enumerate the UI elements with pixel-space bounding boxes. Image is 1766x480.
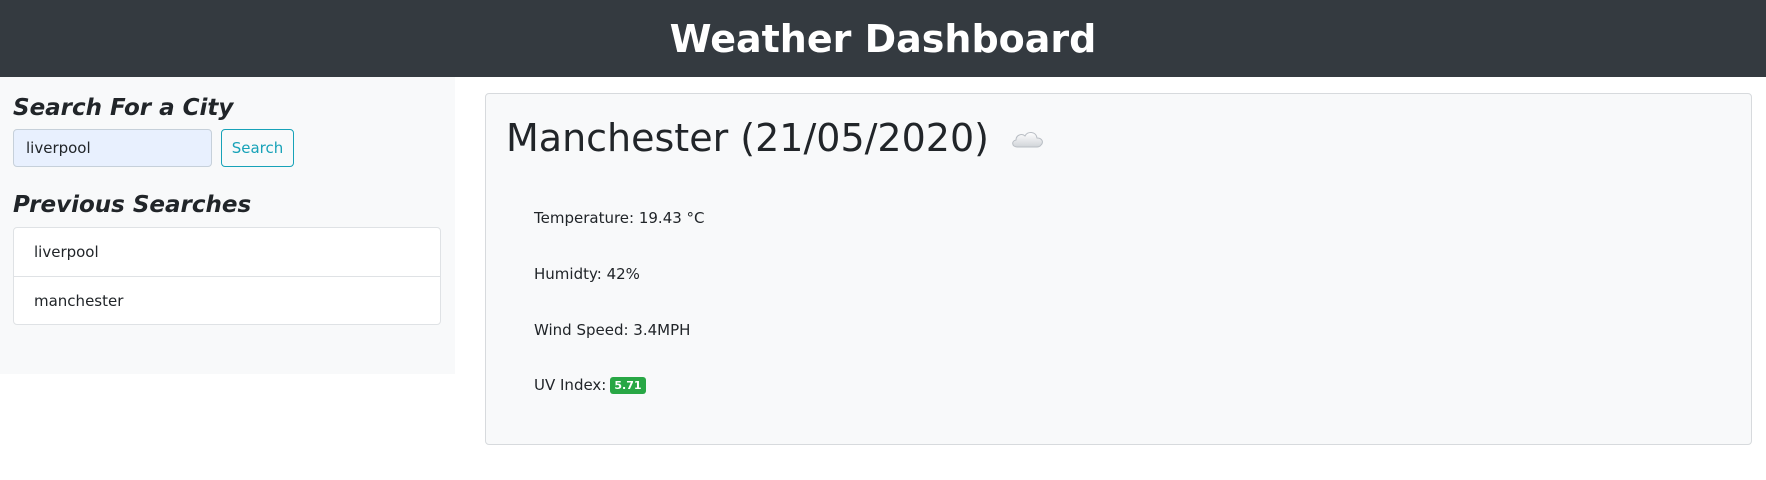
search-heading: Search For a City <box>13 95 234 121</box>
city-date-heading: Manchester (21/05/2020) <box>506 116 1045 160</box>
uv-index-badge: 5.71 <box>610 376 646 394</box>
history-item-liverpool[interactable]: liverpool <box>14 228 440 276</box>
city-search-input[interactable] <box>13 129 212 167</box>
cloud-icon <box>1009 127 1045 149</box>
app-header: Weather Dashboard <box>0 0 1766 77</box>
wind-speed-text: Wind Speed: 3.4MPH <box>534 321 691 339</box>
page-title: Weather Dashboard <box>669 16 1097 61</box>
previous-searches-heading: Previous Searches <box>13 192 252 218</box>
uv-index-label: UV Index: <box>534 376 607 394</box>
search-sidebar: Search For a City Search Previous Search… <box>0 77 455 374</box>
city-date-text: Manchester (21/05/2020) <box>506 116 989 160</box>
humidity-text: Humidty: 42% <box>534 265 640 283</box>
search-button[interactable]: Search <box>221 129 294 167</box>
temperature-text: Temperature: 19.43 °C <box>534 209 705 227</box>
previous-searches-list: liverpool manchester <box>13 227 441 325</box>
uv-index-row: UV Index: 5.71 <box>534 376 646 394</box>
current-weather-card: Manchester (21/05/2020) Temperature: 19.… <box>485 93 1752 445</box>
history-item-manchester[interactable]: manchester <box>14 276 440 324</box>
